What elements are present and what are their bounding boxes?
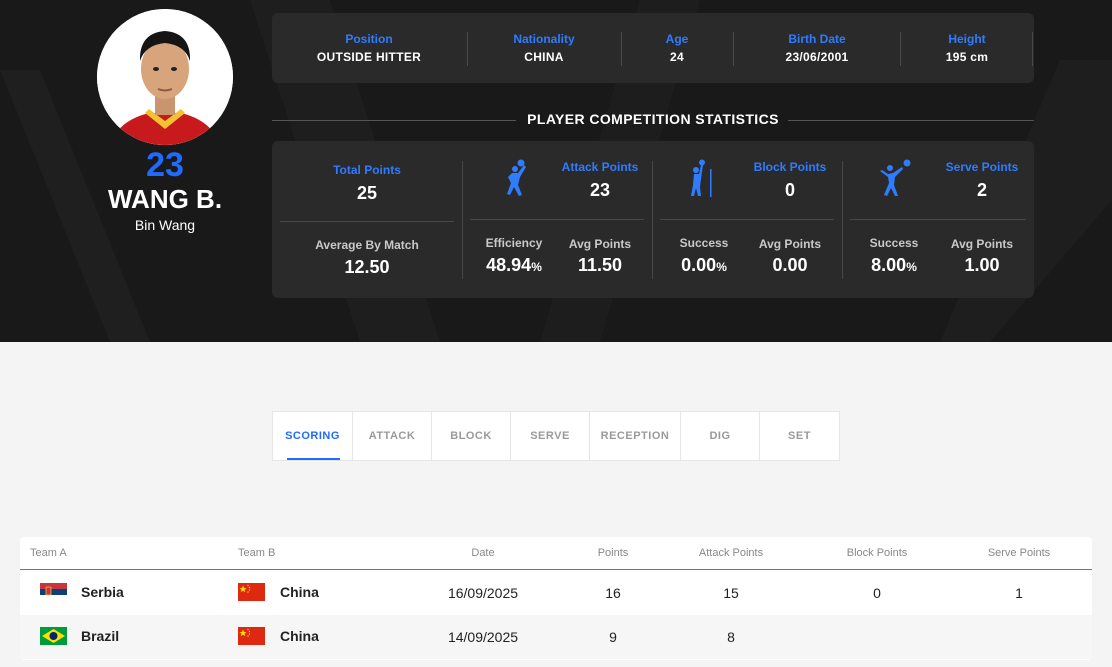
attack-avg-points-value: 11.50	[577, 255, 623, 275]
serbia-flag-icon	[40, 583, 67, 601]
player-hero: 23 WANG B. Bin Wang Position OUTSIDE HIT…	[0, 0, 1112, 342]
brazil-flag-icon	[40, 627, 67, 645]
average-by-match-value: 12.50	[344, 257, 390, 277]
block-success-label: Success	[679, 236, 729, 250]
block-success-value: 0.00%	[681, 255, 727, 275]
divider	[1032, 32, 1033, 66]
attack-avg-points-label: Avg Points	[568, 237, 632, 251]
info-height: Height 195 cm	[945, 32, 989, 64]
team-a-name: Brazil	[81, 628, 120, 644]
serve-avg-points-value: 1.00	[964, 255, 1000, 275]
stats-section-title: PLAYER COMPETITION STATISTICS	[272, 111, 1034, 129]
serve-success-label: Success	[869, 236, 919, 250]
team-b-name: China	[280, 628, 319, 644]
serve-success-value: 8.00%	[871, 255, 917, 275]
tab-set[interactable]: SET	[760, 412, 839, 460]
table-header: Team A Team B Date Points Attack Points …	[20, 537, 1092, 570]
header-team-a: Team A	[30, 547, 67, 559]
block-points-label: Block Points	[753, 160, 827, 174]
team-a-name: Serbia	[81, 584, 124, 600]
average-by-match-label: Average By Match	[315, 238, 419, 252]
info-birth-date: Birth Date 23/06/2001	[785, 32, 849, 64]
china-flag-icon	[238, 583, 265, 601]
header-attack-points: Attack Points	[698, 547, 764, 559]
block-avg-points-label: Avg Points	[758, 237, 822, 251]
match-serve-points: 1	[1015, 585, 1023, 601]
attack-efficiency-label: Efficiency	[485, 236, 543, 250]
tab-dig[interactable]: DIG	[681, 412, 760, 460]
match-date: 16/09/2025	[447, 585, 519, 601]
serve-points-value: 2	[976, 180, 987, 200]
info-position: Position OUTSIDE HITTER	[316, 32, 422, 64]
attack-player-icon	[507, 159, 526, 196]
total-points-label: Total Points	[333, 163, 401, 177]
info-nationality: Nationality CHINA	[513, 32, 575, 64]
header-team-b: Team B	[238, 547, 276, 559]
total-points-value: 25	[356, 183, 378, 203]
serve-avg-points-label: Avg Points	[950, 237, 1014, 251]
stats-card: Total Points 25 Average By Match 12.50 A…	[272, 141, 1034, 298]
player-avatar	[97, 9, 233, 145]
match-attack-points: 15	[723, 585, 739, 601]
stat-tabs: SCORING ATTACK BLOCK SERVE RECEPTION DIG…	[272, 411, 840, 461]
table-row[interactable]: Brazil China 14/09/2025 9 8	[20, 615, 1092, 659]
tab-reception[interactable]: RECEPTION	[590, 412, 681, 460]
china-flag-icon	[238, 627, 265, 645]
match-points: 9	[609, 629, 617, 645]
header-block-points: Block Points	[846, 547, 908, 559]
block-avg-points-value: 0.00	[772, 255, 808, 275]
match-attack-points: 8	[727, 629, 735, 645]
tab-serve[interactable]: SERVE	[511, 412, 590, 460]
match-date: 14/09/2025	[447, 629, 519, 645]
attack-points-value: 23	[589, 180, 611, 200]
matches-table: Team A Team B Date Points Attack Points …	[20, 537, 1092, 660]
tab-attack[interactable]: ATTACK	[353, 412, 432, 460]
block-player-icon	[691, 159, 712, 197]
player-info-bar: Position OUTSIDE HITTER Nationality CHIN…	[272, 13, 1034, 83]
info-age: Age 24	[665, 32, 689, 64]
header-date: Date	[471, 547, 495, 559]
team-b-name: China	[280, 584, 319, 600]
serve-player-icon	[880, 159, 911, 196]
attack-points-label: Attack Points	[561, 160, 639, 174]
serve-points-label: Serve Points	[945, 160, 1019, 174]
tab-block[interactable]: BLOCK	[432, 412, 511, 460]
header-serve-points: Serve Points	[987, 547, 1051, 559]
header-points: Points	[597, 547, 629, 559]
match-points: 16	[605, 585, 621, 601]
match-block-points: 0	[873, 585, 881, 601]
table-row[interactable]: Serbia China 16/09/2025 16 15 0 1	[20, 571, 1092, 615]
attack-efficiency-value: 48.94%	[486, 255, 542, 275]
tab-scoring[interactable]: SCORING	[273, 412, 353, 460]
block-points-value: 0	[784, 180, 795, 200]
